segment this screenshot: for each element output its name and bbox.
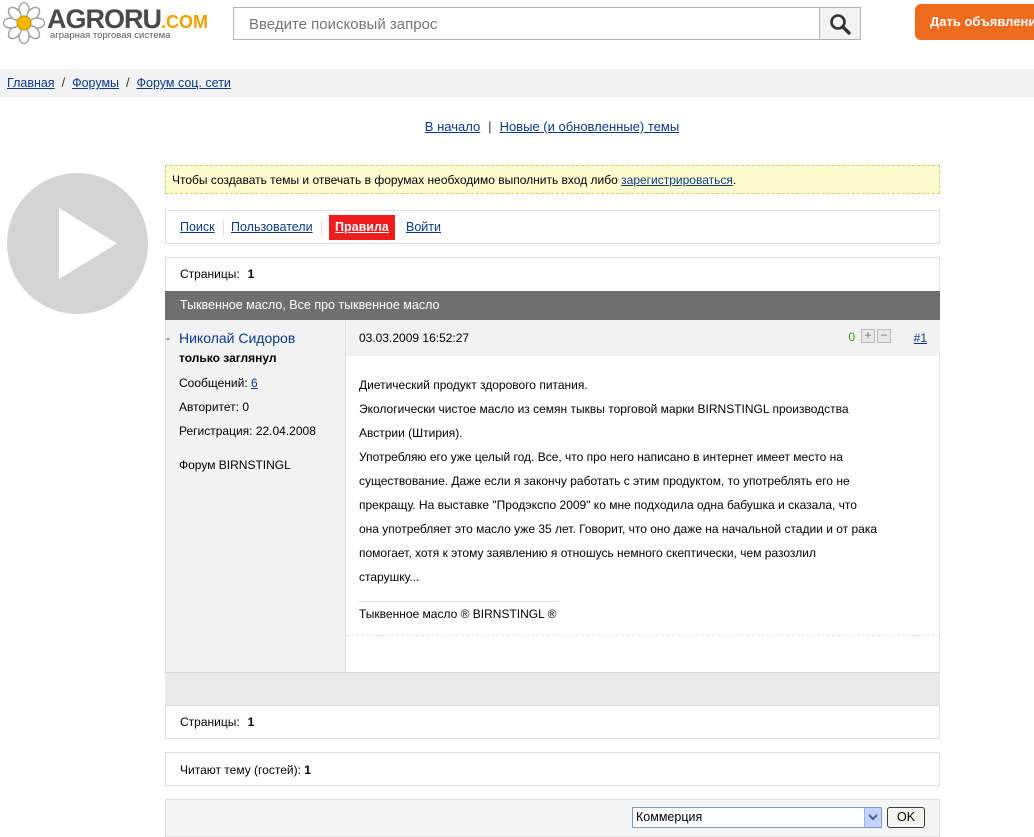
chevron-down-icon — [868, 814, 878, 821]
post-footer-divider — [346, 635, 940, 636]
magnifier-icon — [830, 14, 851, 35]
pagination-top: Страницы: 1 — [180, 267, 255, 281]
rating-value: 0 — [848, 330, 855, 344]
breadcrumb-home[interactable]: Главная — [7, 76, 55, 90]
current-page: 1 — [247, 715, 255, 729]
post-line: Диетический продукт здорового питания. — [359, 378, 588, 392]
author-messages-link[interactable]: 6 — [251, 376, 258, 390]
author-forum: Форум BIRNSTINGL — [179, 458, 291, 472]
post-line: существование. Даже если я закончу работ… — [359, 474, 850, 488]
post-signature: Тыквенное масло ® BIRNSTINGL ® — [359, 607, 557, 621]
author-registration: Регистрация: 22.04.2008 — [179, 424, 316, 438]
forum-toolbar: Поиск Пользователи Правила Войти — [165, 210, 940, 244]
pagination-bottom: Страницы: 1 — [180, 715, 255, 729]
current-page: 1 — [247, 267, 255, 281]
vote-down-button[interactable]: − — [877, 329, 891, 343]
signature-divider — [359, 601, 559, 602]
login-notice: Чтобы создавать темы и отвечать в форума… — [165, 165, 940, 194]
nav-home-link[interactable]: В начало — [425, 119, 480, 134]
toolbar-users-link[interactable]: Пользователи — [231, 220, 313, 234]
nav-new-topics-link[interactable]: Новые (и обновленные) темы — [500, 119, 680, 134]
author-name[interactable]: Николай Сидоров — [179, 330, 295, 346]
forum-top-nav: В начало | Новые (и обновленные) темы — [424, 119, 680, 134]
author-messages: Сообщений: 6 — [179, 376, 258, 390]
post-rating: 0 + − #1 — [827, 328, 927, 348]
toolbar-login-link[interactable]: Войти — [406, 220, 441, 234]
search-box — [233, 7, 861, 40]
author-marker-icon: - — [166, 331, 170, 345]
forum-jump-selected: Коммерция — [636, 810, 703, 824]
post-line: старушку... — [359, 570, 420, 584]
register-link[interactable]: зарегистрироваться — [621, 173, 733, 187]
video-play-button[interactable] — [7, 173, 148, 314]
logo-tagline: аграрная торговая система — [50, 30, 171, 41]
play-icon — [59, 208, 117, 279]
search-button[interactable] — [819, 8, 860, 39]
forum-jump-ok-button[interactable]: OK — [887, 807, 925, 828]
search-input[interactable] — [247, 15, 811, 34]
post-line: Австрии (Штирия). — [359, 426, 463, 440]
post-actions-bar — [165, 672, 940, 706]
dropdown-arrow[interactable] — [864, 808, 881, 827]
post-line: прекращу. На выставке "Продэкспо 2009" к… — [359, 498, 857, 512]
post-message: Диетический продукт здорового питания. Э… — [359, 373, 929, 589]
topic-readers: Читают тему (гостей): 1 — [165, 752, 940, 786]
vote-up-button[interactable]: + — [861, 329, 875, 343]
notice-text: Чтобы создавать темы и отвечать в форума… — [172, 173, 622, 187]
post-number-link[interactable]: #1 — [914, 331, 927, 345]
post-date: 03.03.2009 16:52:27 — [359, 331, 470, 345]
post-ad-button[interactable]: Дать объявление — [915, 4, 1034, 40]
toolbar-search-link[interactable]: Поиск — [180, 220, 215, 234]
site-logo[interactable]: AGRORU.COM аграрная торговая система — [3, 2, 208, 44]
post-header: 03.03.2009 16:52:27 0 + − #1 — [346, 320, 940, 356]
forum-jump-bar: Коммерция OK — [165, 799, 940, 837]
breadcrumb: Главная / Форумы / Форум соц. сети — [7, 76, 231, 90]
breadcrumb-forums[interactable]: Форумы — [72, 76, 119, 90]
post-line: помогает, хотя к этому заявлению я отнош… — [359, 546, 817, 560]
daisy-logo-icon — [3, 2, 45, 44]
topic-title: Тыквенное масло, Все про тыквенное масло — [165, 291, 940, 320]
post-line: Употребляю его уже целый год. Все, что п… — [359, 450, 843, 464]
author-status: только заглянул — [179, 351, 277, 365]
post-line: она употребляет это масло уже 35 лет. Го… — [359, 522, 878, 536]
post-line: Экологически чистое масло из семян тыквы… — [359, 402, 849, 416]
author-authority: Авторитет: 0 — [179, 400, 250, 414]
forum-jump-select[interactable]: Коммерция — [632, 807, 882, 828]
toolbar-rules-link[interactable]: Правила — [329, 215, 395, 240]
topic-panel: Страницы: 1 Тыквенное масло, Все про тыкв… — [165, 257, 940, 739]
post-author-column: - Николай Сидоров только заглянул Сообще… — [166, 320, 346, 672]
breadcrumb-forum-social[interactable]: Форум соц. сети — [137, 76, 231, 90]
readers-count: 1 — [304, 763, 311, 777]
